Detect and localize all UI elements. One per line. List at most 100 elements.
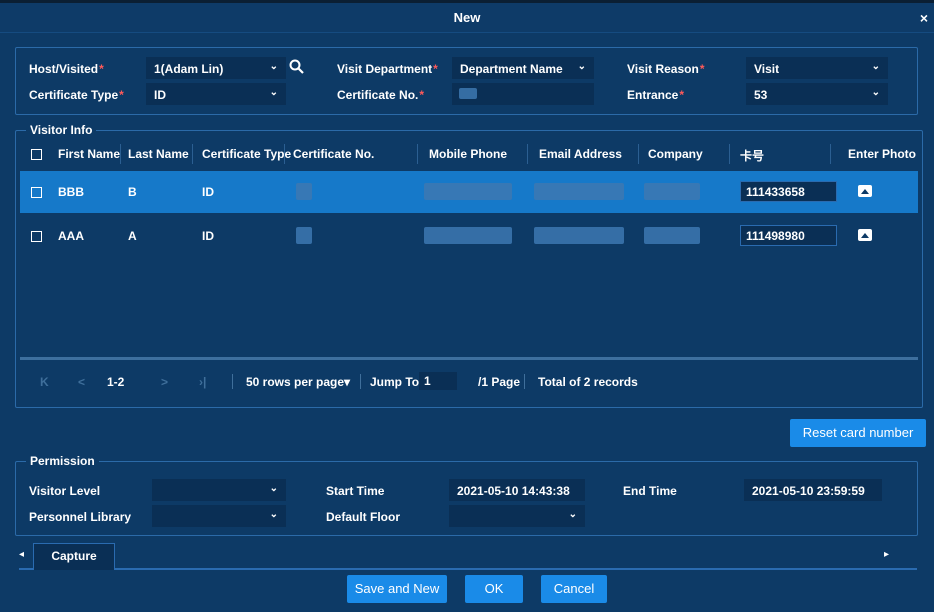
visitor-info-legend: Visitor Info (26, 123, 97, 137)
next-page-icon[interactable]: > (161, 375, 168, 389)
dept-label: Visit Department* (337, 62, 438, 76)
redacted-email (534, 227, 624, 244)
save-and-new-button[interactable]: Save and New (347, 575, 447, 603)
visitor-level-select[interactable]: ⌄ (152, 479, 286, 501)
end-time-input[interactable]: 2021-05-10 23:59:59 (744, 479, 882, 501)
total-records: Total of 2 records (538, 375, 638, 389)
row-checkbox[interactable] (31, 231, 42, 242)
chevron-down-icon: ⌄ (577, 61, 586, 72)
redacted-mobile (424, 227, 512, 244)
col-enter-photo[interactable]: Enter Photo (848, 147, 916, 161)
first-page-icon[interactable]: K (40, 375, 49, 389)
ok-button[interactable]: OK (465, 575, 523, 603)
chevron-down-icon: ⌄ (871, 87, 880, 98)
chevron-down-icon: ⌄ (269, 61, 278, 72)
photo-icon[interactable] (858, 229, 872, 241)
col-mobile-phone[interactable]: Mobile Phone (429, 147, 507, 161)
visitor-level-label: Visitor Level (29, 484, 101, 498)
close-icon[interactable]: × (920, 10, 928, 26)
tab-scroll-left-icon[interactable]: ◂ (19, 549, 24, 560)
page-count: /1 Page (478, 375, 521, 389)
col-last-name[interactable]: Last Name (128, 147, 189, 161)
cert-type-cell: ID (202, 229, 214, 243)
end-time-label: End Time (623, 484, 677, 498)
redacted-email (534, 183, 624, 200)
department-select[interactable]: Department Name ⌄ (452, 57, 594, 79)
redacted-value (459, 88, 477, 99)
tab-capture[interactable]: Capture (33, 543, 115, 570)
chevron-down-icon: ⌄ (269, 483, 278, 494)
permission-section: Permission Visitor Level ⌄ Start Time 20… (15, 454, 918, 536)
tab-bar: ◂ Capture ▸ (19, 543, 917, 570)
new-visitor-dialog: New × Host/Visited* 1(Adam Lin) ⌄ Visit … (0, 0, 934, 612)
entrance-label: Entrance* (627, 88, 685, 102)
card-number-input[interactable]: 111433658 (740, 181, 837, 202)
photo-icon[interactable] (858, 185, 872, 197)
column-divider (527, 144, 528, 164)
column-divider (830, 144, 831, 164)
default-floor-label: Default Floor (326, 510, 400, 524)
table-row[interactable]: AAA A ID 111498980 (20, 215, 918, 257)
search-icon[interactable] (289, 59, 304, 75)
column-divider (638, 144, 639, 164)
reset-card-number-button[interactable]: Reset card number (790, 419, 926, 447)
column-divider (417, 144, 418, 164)
certno-label: Certificate No.* (337, 88, 425, 102)
column-divider (729, 144, 730, 164)
col-certificate-type[interactable]: Certificate Type (202, 147, 291, 161)
card-number-input[interactable]: 111498980 (740, 225, 837, 246)
pager-divider (232, 374, 233, 389)
jump-to-input[interactable]: 1 (419, 372, 457, 390)
host-label: Host/Visited* (29, 62, 104, 76)
table-row[interactable]: BBB B ID 111433658 (20, 171, 918, 213)
jump-to-value: 1 (424, 374, 431, 388)
entrance-select[interactable]: 53 ⌄ (746, 83, 888, 105)
chevron-down-icon: ⌄ (269, 87, 278, 98)
start-time-input[interactable]: 2021-05-10 14:43:38 (449, 479, 585, 501)
redacted-company (644, 227, 700, 244)
redacted-mobile (424, 183, 512, 200)
redacted-cert-no (296, 227, 312, 244)
certificate-no-input[interactable] (452, 83, 594, 105)
cancel-button[interactable]: Cancel (541, 575, 607, 603)
rows-per-page-select[interactable]: 50 rows per page (246, 375, 344, 389)
jump-to-label: Jump To (370, 375, 420, 389)
page-range: 1-2 (107, 375, 125, 389)
pager-divider (360, 374, 361, 389)
personnel-library-select[interactable]: ⌄ (152, 505, 286, 527)
chevron-down-icon: ⌄ (269, 509, 278, 520)
chevron-down-icon[interactable]: ▾ (344, 375, 350, 389)
visit-info-section: Host/Visited* 1(Adam Lin) ⌄ Visit Depart… (15, 47, 918, 115)
col-company[interactable]: Company (648, 147, 703, 161)
first-name-cell: AAA (58, 229, 84, 243)
host-select[interactable]: 1(Adam Lin) ⌄ (146, 57, 286, 79)
reason-label: Visit Reason* (627, 62, 705, 76)
col-email-address[interactable]: Email Address (539, 147, 622, 161)
first-name-cell: BBB (58, 185, 84, 199)
table-header: First Name Last Name Certificate Type Ce… (20, 137, 918, 171)
certtype-label: Certificate Type* (29, 88, 124, 102)
last-page-icon[interactable]: ›| (199, 375, 206, 389)
select-all-checkbox[interactable] (31, 149, 42, 160)
chevron-down-icon: ⌄ (568, 509, 577, 520)
personnel-library-label: Personnel Library (29, 510, 132, 524)
prev-page-icon[interactable]: < (78, 375, 85, 389)
chevron-down-icon: ⌄ (871, 61, 880, 72)
permission-legend: Permission (26, 454, 99, 468)
dialog-title: New (453, 10, 481, 25)
visit-reason-select[interactable]: Visit ⌄ (746, 57, 888, 79)
row-checkbox[interactable] (31, 187, 42, 198)
col-card-number[interactable]: 卡号 (740, 147, 764, 164)
certificate-type-select[interactable]: ID ⌄ (146, 83, 286, 105)
redacted-company (644, 183, 700, 200)
tab-scroll-right-icon[interactable]: ▸ (884, 549, 889, 560)
column-divider (192, 144, 193, 164)
redacted-cert-no (296, 183, 312, 200)
default-floor-select[interactable]: ⌄ (449, 505, 585, 527)
col-first-name[interactable]: First Name (58, 147, 120, 161)
column-divider (284, 144, 285, 164)
column-divider (120, 144, 121, 164)
title-bar: New × (0, 3, 934, 33)
last-name-cell: A (128, 229, 137, 243)
col-certificate-no[interactable]: Certificate No. (293, 147, 374, 161)
